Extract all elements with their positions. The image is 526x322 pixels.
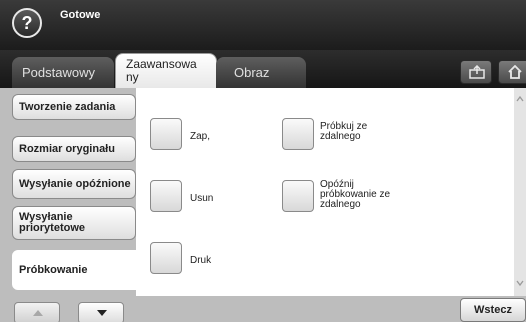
home-icon bbox=[508, 65, 522, 79]
scroll-down-arrow-icon[interactable] bbox=[514, 276, 526, 290]
tab-basic[interactable]: Podstawowy bbox=[12, 57, 114, 88]
sidebar-item-original-size[interactable]: Rozmiar oryginału bbox=[12, 136, 136, 162]
print-poll-label: Druk bbox=[190, 255, 212, 266]
fax-polling-screen: ? Gotowe Podstawowy Zaawansowa ny Obraz … bbox=[0, 0, 526, 322]
sidebar-item-label: Wysyłanie opóźnione bbox=[19, 177, 131, 190]
sidebar-item-delay-send[interactable]: Wysyłanie opóźnione bbox=[12, 169, 136, 199]
poll-remote-label: Próbkuj ze zdalnego bbox=[320, 121, 368, 142]
triangle-down-icon bbox=[97, 310, 107, 316]
home-button[interactable] bbox=[498, 60, 526, 84]
store-poll-label: Zap, bbox=[190, 131, 211, 142]
delete-poll-button[interactable] bbox=[150, 180, 182, 212]
options-panel: Zap, Usun Druk Próbkuj ze zdalnego Opóźn… bbox=[136, 88, 514, 296]
sidebar-item-label: Rozmiar oryginału bbox=[19, 142, 115, 155]
content-scrollbar[interactable] bbox=[514, 88, 526, 296]
poll-remote-button[interactable] bbox=[282, 118, 314, 150]
scroll-up-button[interactable] bbox=[14, 302, 60, 322]
sidebar-item-polling[interactable]: Próbkowanie bbox=[12, 250, 140, 290]
tab-advanced-label: Zaawansowa ny bbox=[126, 57, 197, 84]
print-poll-button[interactable] bbox=[150, 242, 182, 274]
back-button[interactable]: Wstecz bbox=[460, 298, 526, 322]
store-poll-button[interactable] bbox=[150, 118, 182, 150]
tab-image[interactable]: Obraz bbox=[216, 57, 306, 88]
triangle-up-icon bbox=[33, 310, 43, 316]
help-button[interactable]: ? bbox=[12, 8, 42, 38]
delete-poll-label: Usun bbox=[190, 193, 214, 204]
delay-poll-remote-button[interactable] bbox=[282, 180, 314, 212]
sidebar-item-job-build[interactable]: Tworzenie zadania bbox=[12, 94, 136, 120]
tab-bar: Podstawowy Zaawansowa ny Obraz bbox=[0, 50, 526, 88]
sidebar-item-label: Tworzenie zadania bbox=[19, 100, 116, 113]
sidebar-item-label: Próbkowanie bbox=[19, 263, 88, 276]
tab-advanced[interactable]: Zaawansowa ny bbox=[115, 53, 217, 88]
delay-poll-remote-label: Opóźnij próbkowanie ze zdalnego bbox=[320, 179, 391, 210]
sidebar-item-priority-send[interactable]: Wysyłanie priorytetowe bbox=[12, 206, 136, 240]
scan-to-box-icon bbox=[469, 65, 485, 79]
scan-to-box-button[interactable] bbox=[460, 60, 492, 84]
status-text: Gotowe bbox=[60, 9, 101, 21]
status-header: ? Gotowe bbox=[0, 0, 526, 50]
scroll-up-arrow-icon[interactable] bbox=[514, 92, 526, 106]
scroll-down-button[interactable] bbox=[78, 302, 124, 322]
sidebar-item-label: Wysyłanie priorytetowe bbox=[19, 211, 86, 234]
